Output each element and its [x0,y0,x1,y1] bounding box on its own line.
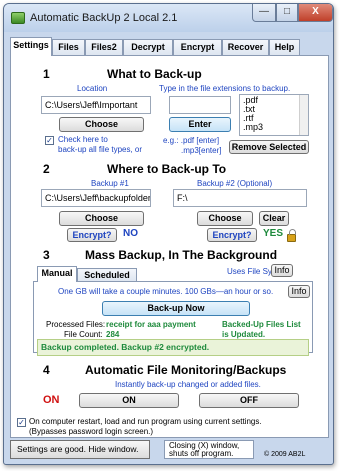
extension-list-scrollbar[interactable] [299,95,308,135]
title-bar[interactable]: Automatic BackUp 2 Local 2.1 — □ X [4,4,333,32]
extension-hint: Type in the file extensions to backup. [159,84,291,93]
file-count-label: File Count: [64,330,103,339]
processed-files-label: Processed Files: [46,320,106,329]
encrypt-backup2-state: YES [263,228,284,239]
tab-files2[interactable]: Files2 [85,39,123,55]
window-title: Automatic BackUp 2 Local 2.1 [30,12,178,24]
monitoring-on-button[interactable]: ON [79,393,179,408]
section-3-title: Mass Backup, In The Background [85,248,278,262]
section-4-title: Automatic File Monitoring/Backups [85,363,287,377]
backup2-field[interactable]: F:\ [173,189,307,207]
restart-line-2: (Bypasses password login screen.) [29,427,154,436]
tab-scheduled[interactable]: Scheduled [77,268,137,282]
syncing-info-button[interactable]: Info [271,264,293,277]
backup1-field[interactable]: C:\Users\Jeff\backupfolder2 [41,189,151,207]
section-3-number: 3 [43,248,50,262]
section-4-number: 4 [43,363,50,377]
tab-manual[interactable]: Manual [37,266,77,282]
close-note: Closing (X) window, shuts off program. [164,440,254,459]
run-on-restart-checkbox[interactable]: ✓ [17,418,26,427]
tab-recover[interactable]: Recover [222,39,269,55]
tab-encrypt[interactable]: Encrypt [173,39,222,55]
backup-status: Backup completed. Backup #2 encrypted. [37,339,309,356]
lock-icon [287,229,296,242]
maximize-button[interactable]: □ [276,4,298,22]
copyright: © 2009 AB2L [264,451,306,458]
estimate-info-button[interactable]: Info [288,285,310,298]
tab-help[interactable]: Help [269,39,300,55]
extension-item[interactable]: .mp3 [243,123,305,132]
processed-files-value: receipt for aaa payment [106,320,196,329]
monitoring-subtitle: Instantly back-up changed or added files… [115,380,261,389]
hide-window-button[interactable]: Settings are good. Hide window. [10,440,150,459]
enter-extension-button[interactable]: Enter [169,117,231,132]
tab-decrypt[interactable]: Decrypt [123,39,173,55]
restart-line-1: On computer restart, load and run progra… [29,417,262,426]
examples-line-1: e.g.: .pdf [enter] [163,136,220,145]
monitoring-state: ON [43,394,60,406]
tab-files[interactable]: Files [52,39,85,55]
backup1-label: Backup #1 [91,179,129,188]
location-field[interactable]: C:\Users\Jeff\Important [41,96,151,114]
list-updated-line-1: Backed-Up Files List [222,320,301,329]
extension-input[interactable] [169,96,231,114]
backup-now-button[interactable]: Back-up Now [102,301,250,316]
location-label: Location [77,84,108,93]
choose-backup1-button[interactable]: Choose [59,211,144,226]
encrypt-backup1-state: NO [123,228,138,239]
settings-panel: 1 What to Back-up Location C:\Users\Jeff… [10,55,329,438]
section-1-title: What to Back-up [107,67,202,81]
backup2-label: Backup #2 (Optional) [197,179,273,188]
close-button[interactable]: X [298,4,333,22]
file-count-value: 284 [106,330,120,339]
encrypt-backup2-button[interactable]: Encrypt? [207,228,257,242]
clear-backup2-button[interactable]: Clear [259,211,289,226]
all-file-types-checkbox[interactable]: ✓ [45,136,54,145]
choose-location-button[interactable]: Choose [59,117,144,132]
extension-list[interactable]: .pdf .txt .rtf .mp3 [239,94,309,136]
list-updated-line-2: is Updated. [222,330,266,339]
minimize-button[interactable]: — [252,4,276,22]
section-2-title: Where to Back-up To [107,162,227,176]
close-note-line-2: shuts off program. [169,449,234,458]
choose-backup2-button[interactable]: Choose [197,211,253,226]
section-2-number: 2 [43,162,50,176]
monitoring-off-button[interactable]: OFF [199,393,299,408]
tab-settings[interactable]: Settings [10,37,52,56]
all-types-line-2: back-up all file types, or [58,145,143,154]
section-1-number: 1 [43,67,50,81]
time-estimate: One GB will take a couple minutes. 100 G… [58,287,274,296]
remove-selected-button[interactable]: Remove Selected [229,140,309,154]
app-window: Automatic BackUp 2 Local 2.1 — □ X Setti… [3,3,334,465]
all-types-line-1: Check here to [58,135,108,144]
app-icon [11,12,25,24]
examples-line-2: .mp3[enter] [181,146,222,155]
encrypt-backup1-button[interactable]: Encrypt? [67,228,117,242]
